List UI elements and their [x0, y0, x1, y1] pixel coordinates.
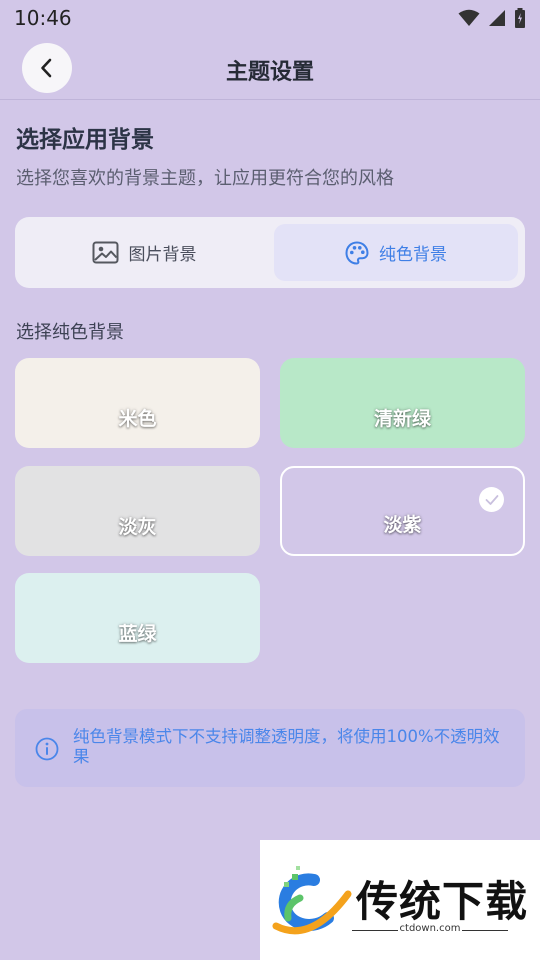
wifi-icon — [458, 9, 480, 26]
ctdown-logo-icon — [272, 866, 352, 935]
app-header: 主题设置 — [0, 36, 540, 100]
watermark-url: ctdown.com — [399, 923, 461, 934]
swatch-label: 米色 — [118, 408, 157, 430]
solid-background-title: 选择纯色背景 — [16, 322, 124, 343]
section-description: 选择您喜欢的背景主题，让应用更符合您的风格 — [16, 168, 394, 189]
swatch-beige[interactable]: 米色 — [15, 358, 260, 448]
image-icon — [92, 241, 118, 264]
swatch-light-gray[interactable]: 淡灰 — [15, 466, 260, 556]
page-title: 主题设置 — [225, 60, 314, 85]
watermark-brand: 传统下载 — [356, 877, 529, 926]
swatch-label: 淡灰 — [118, 516, 157, 538]
battery-icon — [515, 8, 525, 28]
section-title: 选择应用背景 — [16, 127, 154, 153]
swatch-light-purple[interactable]: 淡紫 — [280, 466, 525, 556]
cell-signal-icon — [489, 10, 505, 26]
tab-label: 图片背景 — [128, 245, 197, 265]
status-icons — [458, 8, 526, 28]
info-icon — [35, 737, 59, 761]
status-time: 10:46 — [14, 6, 72, 30]
swatch-teal[interactable]: 蓝绿 — [15, 573, 260, 663]
tab-image-background[interactable]: 图片背景 — [22, 224, 266, 281]
swatch-label: 蓝绿 — [118, 623, 157, 645]
palette-icon — [345, 240, 369, 265]
watermark-rule-right — [462, 930, 508, 931]
info-notice: 纯色背景模式下不支持调整透明度，将使用100%不透明效果 — [15, 709, 525, 787]
status-bar: 10:46 — [0, 0, 540, 36]
swatch-fresh-green[interactable]: 清新绿 — [280, 358, 525, 448]
tab-label: 纯色背景 — [379, 245, 447, 265]
info-text: 纯色背景模式下不支持调整透明度，将使用100%不透明效果 — [73, 727, 500, 766]
watermark: 传统下载 ctdown.com — [260, 840, 540, 960]
tab-solid-background[interactable]: 纯色背景 — [274, 224, 518, 281]
check-icon — [479, 487, 504, 512]
swatch-label: 清新绿 — [373, 408, 431, 430]
swatch-label: 淡紫 — [383, 514, 422, 536]
background-type-tabs: 图片背景 纯色背景 — [15, 217, 525, 288]
